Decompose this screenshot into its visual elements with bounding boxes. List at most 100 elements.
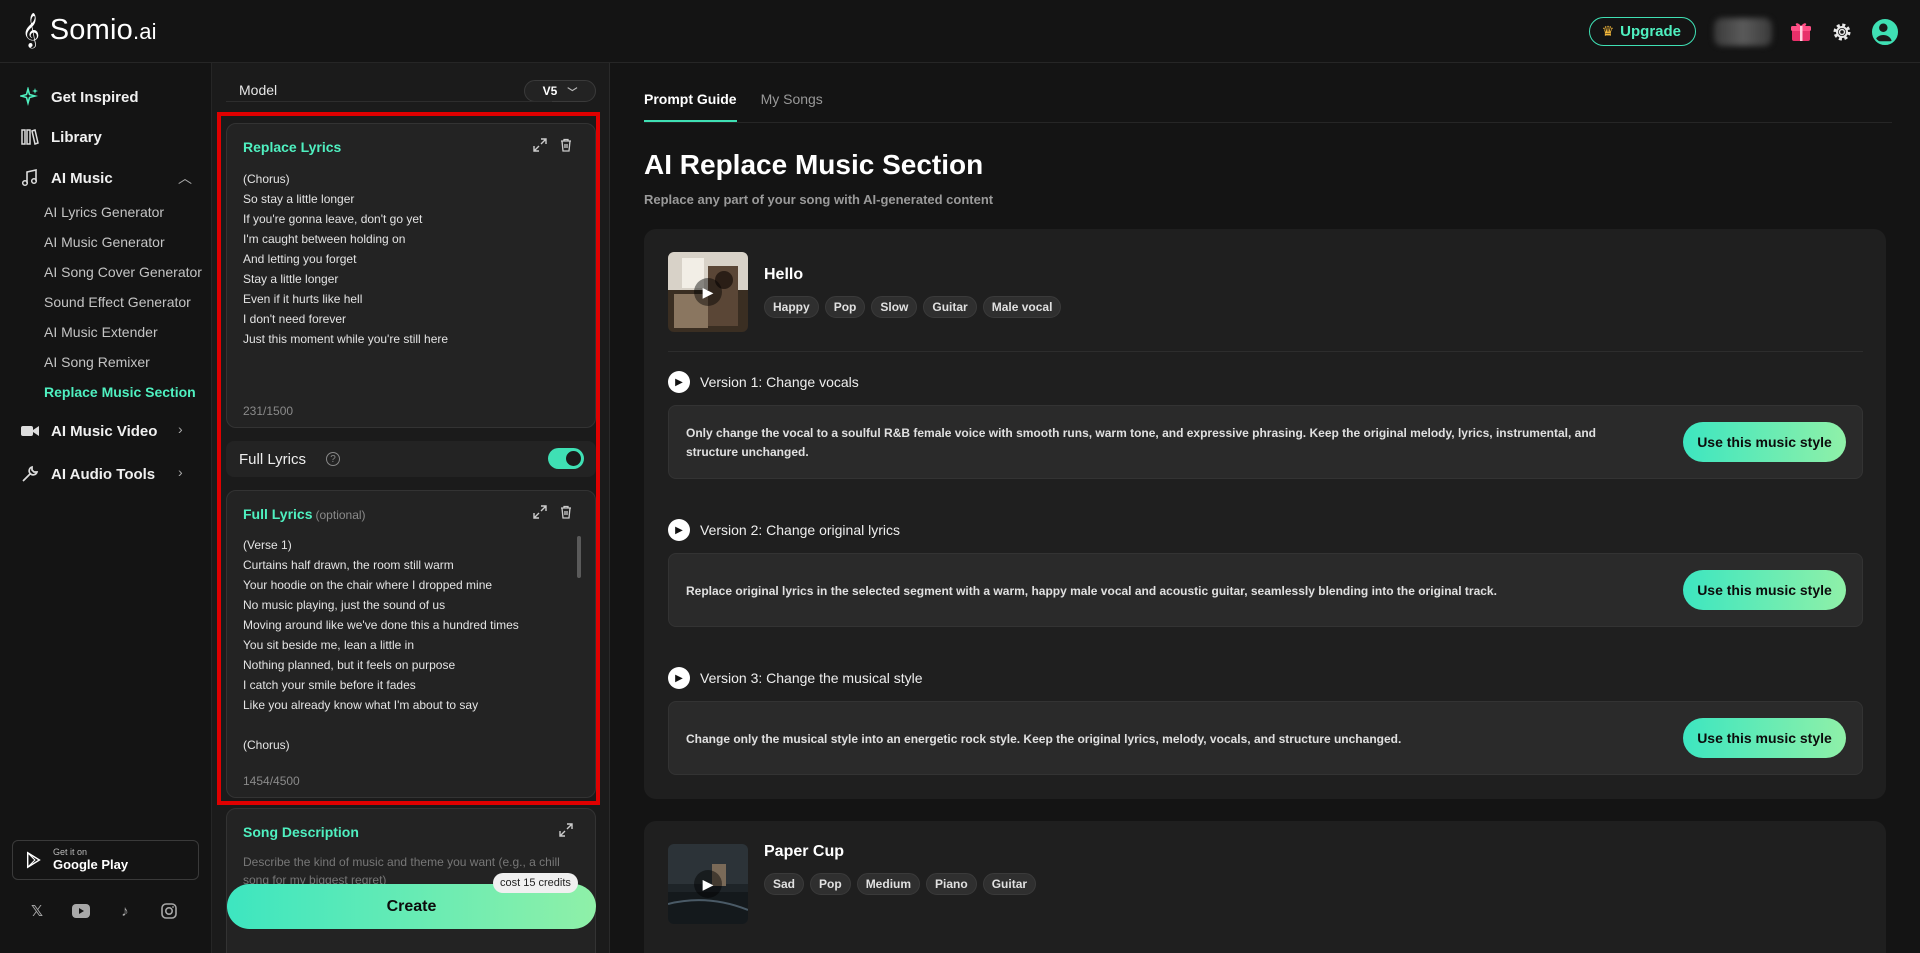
chevron-right-icon[interactable]: › bbox=[178, 464, 183, 480]
sidebar-item-label: Library bbox=[51, 128, 102, 146]
logo-text: Somio bbox=[49, 14, 133, 46]
library-icon bbox=[21, 129, 39, 145]
sidebar-subitem-ai-song-cover-generator[interactable]: AI Song Cover Generator bbox=[44, 264, 202, 280]
version-description: Replace original lyrics in the selected … bbox=[686, 583, 1497, 598]
sidebar-item-library[interactable]: Library bbox=[20, 127, 102, 147]
scrollbar[interactable] bbox=[1914, 63, 1920, 953]
full-lyrics-title: Full Lyrics bbox=[243, 506, 313, 522]
tag: Medium bbox=[856, 873, 921, 895]
top-right-actions: ♛ Upgrade bbox=[1588, 17, 1898, 46]
version-3-header: ▶ Version 3: Change the musical style bbox=[668, 667, 923, 689]
use-music-style-button[interactable]: Use this music style bbox=[1683, 718, 1846, 758]
wrench-icon bbox=[22, 465, 39, 482]
sidebar-item-label: AI Audio Tools bbox=[51, 465, 156, 483]
song-thumbnail[interactable]: ▶ bbox=[668, 252, 748, 332]
play-icon[interactable]: ▶ bbox=[668, 519, 690, 541]
expand-icon[interactable] bbox=[533, 138, 547, 152]
music-note-icon bbox=[21, 169, 38, 187]
play-icon[interactable]: ▶ bbox=[694, 278, 722, 306]
tag: Pop bbox=[810, 873, 851, 895]
full-lyrics-counter: 1454/4500 bbox=[243, 774, 300, 788]
sidebar-item-label: AI Music Video bbox=[51, 422, 158, 440]
google-play-icon bbox=[26, 851, 41, 869]
avatar[interactable] bbox=[1872, 18, 1898, 45]
version-title: Version 1: Change vocals bbox=[700, 374, 859, 390]
sidebar-item-ai-music-video[interactable]: AI Music Video bbox=[20, 421, 157, 441]
version-description: Change only the musical style into an en… bbox=[686, 731, 1402, 746]
create-form-panel: Model V5 ﹀ Replace Lyrics (Chorus) So st… bbox=[212, 63, 610, 953]
expand-icon[interactable] bbox=[559, 823, 573, 837]
chevron-up-icon[interactable]: ︿ bbox=[178, 168, 192, 188]
video-icon bbox=[21, 426, 39, 436]
toggle-knob bbox=[566, 451, 581, 466]
tab-my-songs[interactable]: My Songs bbox=[761, 91, 823, 122]
song-card-paper-cup: ▶ Paper Cup Sad Pop Medium Piano Guitar bbox=[644, 821, 1886, 953]
gear-icon[interactable] bbox=[1830, 20, 1854, 44]
model-row: Model V5 ﹀ bbox=[226, 80, 596, 102]
tab-bar: Prompt Guide My Songs bbox=[644, 91, 823, 122]
trash-icon[interactable] bbox=[559, 138, 573, 152]
help-icon[interactable]: ? bbox=[326, 452, 340, 466]
google-play-big-text: Google Play bbox=[53, 856, 129, 872]
sidebar-subitem-ai-music-extender[interactable]: AI Music Extender bbox=[44, 324, 158, 340]
top-bar: 𝄞 Somio.ai ♛ Upgrade bbox=[0, 0, 1920, 63]
play-icon[interactable]: ▶ bbox=[668, 371, 690, 393]
sidebar-subitem-sound-effect-generator[interactable]: Sound Effect Generator bbox=[44, 294, 191, 310]
tag: Slow bbox=[871, 296, 918, 318]
model-label: Model bbox=[239, 82, 278, 98]
version-title: Version 2: Change original lyrics bbox=[700, 522, 900, 538]
sidebar-subitem-ai-music-generator[interactable]: AI Music Generator bbox=[44, 234, 165, 250]
tag: Piano bbox=[926, 873, 977, 895]
use-music-style-button[interactable]: Use this music style bbox=[1683, 422, 1846, 462]
logo[interactable]: 𝄞 Somio.ai bbox=[22, 14, 157, 47]
full-lyrics-toggle[interactable] bbox=[548, 448, 584, 469]
youtube-icon[interactable] bbox=[72, 902, 90, 920]
google-play-button[interactable]: Get it on Google Play bbox=[12, 840, 199, 880]
gift-icon[interactable] bbox=[1790, 21, 1812, 43]
credits-display[interactable] bbox=[1714, 17, 1772, 46]
scrollbar[interactable] bbox=[577, 536, 581, 578]
sidebar-subitem-ai-song-remixer[interactable]: AI Song Remixer bbox=[44, 354, 150, 370]
chevron-down-icon: ﹀ bbox=[567, 87, 578, 99]
play-icon[interactable]: ▶ bbox=[668, 667, 690, 689]
play-icon[interactable]: ▶ bbox=[694, 870, 722, 898]
sidebar-subitem-replace-music-section[interactable]: Replace Music Section bbox=[44, 384, 196, 400]
tag: Happy bbox=[764, 296, 819, 318]
song-thumbnail[interactable]: ▶ bbox=[668, 844, 748, 924]
trash-icon[interactable] bbox=[559, 505, 573, 519]
version-1-box: Only change the vocal to a soulful R&B f… bbox=[668, 405, 1863, 479]
optional-hint: (optional) bbox=[315, 508, 366, 522]
x-icon[interactable]: 𝕏 bbox=[28, 902, 46, 920]
logo-icon: 𝄞 bbox=[22, 12, 40, 48]
sidebar-item-label: AI Music bbox=[51, 169, 113, 187]
sidebar-item-ai-music[interactable]: AI Music bbox=[20, 168, 113, 188]
divider bbox=[644, 122, 1892, 123]
sidebar-subitem-ai-lyrics-generator[interactable]: AI Lyrics Generator bbox=[44, 204, 164, 220]
tiktok-icon[interactable]: ♪ bbox=[116, 902, 134, 920]
upgrade-button[interactable]: ♛ Upgrade bbox=[1588, 17, 1696, 46]
replace-lyrics-textarea[interactable]: (Chorus) So stay a little longer If you'… bbox=[243, 169, 448, 349]
replace-lyrics-title: Replace Lyrics bbox=[243, 139, 342, 155]
sidebar-item-label: Get Inspired bbox=[51, 88, 139, 106]
version-2-header: ▶ Version 2: Change original lyrics bbox=[668, 519, 900, 541]
tab-prompt-guide[interactable]: Prompt Guide bbox=[644, 91, 737, 122]
version-title: Version 3: Change the musical style bbox=[700, 670, 923, 686]
tag: Male vocal bbox=[982, 296, 1062, 318]
crown-icon: ♛ bbox=[1601, 23, 1615, 39]
song-description-title: Song Description bbox=[243, 824, 359, 840]
model-select[interactable]: V5 ﹀ bbox=[524, 80, 596, 102]
sidebar-item-get-inspired[interactable]: Get Inspired bbox=[20, 87, 139, 107]
song-tags: Happy Pop Slow Guitar Male vocal bbox=[764, 296, 1062, 318]
google-play-small-text: Get it on bbox=[53, 846, 88, 857]
song-title: Paper Cup bbox=[764, 843, 845, 860]
sidebar-item-ai-audio-tools[interactable]: AI Audio Tools bbox=[20, 464, 155, 484]
song-title: Hello bbox=[764, 266, 804, 283]
full-lyrics-toggle-row: Full Lyrics ? bbox=[226, 441, 596, 477]
full-lyrics-textarea[interactable]: (Verse 1) Curtains half drawn, the room … bbox=[243, 535, 519, 755]
instagram-icon[interactable] bbox=[160, 902, 178, 920]
song-tags: Sad Pop Medium Piano Guitar bbox=[764, 873, 1037, 895]
use-music-style-button[interactable]: Use this music style bbox=[1683, 570, 1846, 610]
version-3-box: Change only the musical style into an en… bbox=[668, 701, 1863, 775]
chevron-right-icon[interactable]: › bbox=[178, 421, 183, 437]
expand-icon[interactable] bbox=[533, 505, 547, 519]
